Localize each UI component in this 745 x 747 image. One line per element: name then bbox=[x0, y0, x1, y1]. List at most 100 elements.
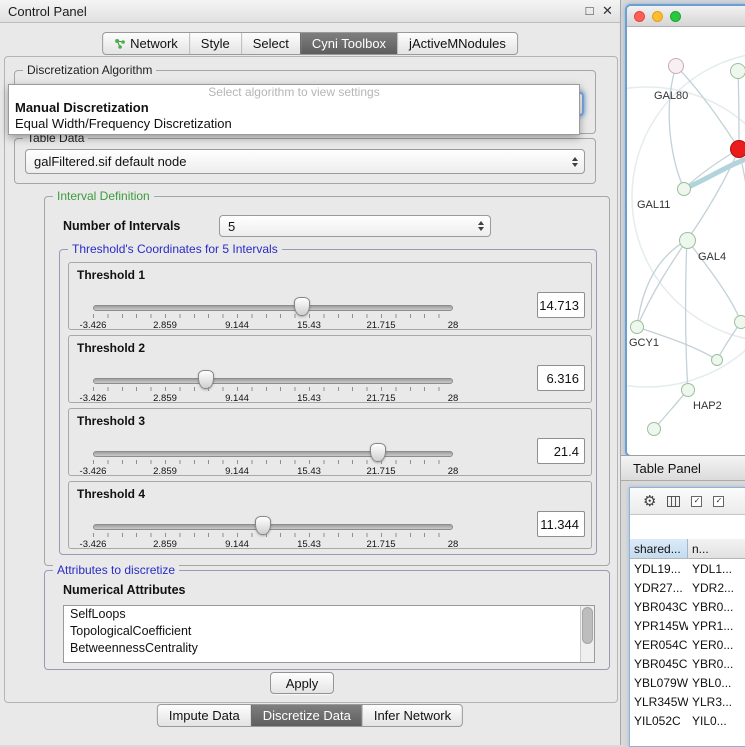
checkbox-function-icon[interactable]: ✓ bbox=[713, 496, 724, 507]
tick-label: 9.144 bbox=[225, 393, 249, 404]
tick-label: 9.144 bbox=[225, 466, 249, 477]
network-canvas[interactable]: GAL80 GAL11 GAL4 GCY1 HAP2 bbox=[627, 27, 745, 454]
threshold-value-field[interactable]: 21.4 bbox=[537, 438, 585, 464]
float-window-icon[interactable]: □ bbox=[582, 2, 597, 19]
tab-style-label: Style bbox=[201, 36, 230, 51]
column-header-name[interactable]: n... bbox=[688, 539, 745, 558]
apply-button[interactable]: Apply bbox=[270, 672, 334, 694]
attributes-scrollbar[interactable] bbox=[580, 606, 594, 662]
network-node[interactable] bbox=[630, 320, 644, 334]
tick-label: 2.859 bbox=[153, 466, 177, 477]
thresholds-group: Threshold's Coordinates for 5 Intervals … bbox=[59, 249, 597, 555]
tab-discretize-data[interactable]: Discretize Data bbox=[251, 705, 362, 726]
minimize-traffic-light-icon[interactable] bbox=[652, 11, 663, 22]
table-row[interactable]: YDR27...YDR2... bbox=[630, 578, 745, 597]
network-node-selected[interactable] bbox=[730, 140, 745, 158]
zoom-traffic-light-icon[interactable] bbox=[670, 11, 681, 22]
table-row[interactable]: YPR145WYPR1... bbox=[630, 616, 745, 635]
cell: YPR1... bbox=[688, 619, 745, 633]
network-node[interactable] bbox=[668, 58, 684, 74]
tick-label: 28 bbox=[448, 393, 459, 404]
checkbox-select-icon[interactable]: ✓ bbox=[691, 496, 702, 507]
slider-track[interactable] bbox=[93, 378, 453, 384]
cell: YBR043C bbox=[630, 600, 688, 614]
tab-style[interactable]: Style bbox=[189, 33, 241, 54]
threshold-label: Threshold 3 bbox=[77, 414, 145, 428]
algorithm-dropdown-popup: Select algorithm to view settings Manual… bbox=[8, 84, 580, 135]
network-node[interactable] bbox=[711, 354, 723, 366]
network-window-titlebar bbox=[627, 6, 745, 27]
network-icon bbox=[114, 38, 126, 50]
gear-icon[interactable]: ⚙ bbox=[643, 494, 656, 509]
numerical-attributes-label: Numerical Attributes bbox=[63, 583, 185, 597]
tab-network[interactable]: Network bbox=[103, 33, 189, 54]
network-node[interactable] bbox=[677, 182, 691, 196]
cell: YLR3... bbox=[688, 695, 745, 709]
algorithm-option-equal-width[interactable]: Equal Width/Frequency Discretization bbox=[9, 116, 579, 132]
slider-track[interactable] bbox=[93, 305, 453, 311]
list-item[interactable]: BetweennessCentrality bbox=[64, 640, 594, 657]
combo-arrows-icon bbox=[478, 221, 484, 231]
tab-cyni-toolbox[interactable]: Cyni Toolbox bbox=[300, 33, 397, 54]
scrollbar-thumb[interactable] bbox=[582, 607, 593, 644]
table-data-group: Table Data galFiltered.sif default node bbox=[14, 138, 596, 184]
tab-select[interactable]: Select bbox=[241, 33, 300, 54]
tick-label: -3.426 bbox=[80, 466, 107, 477]
main-tab-bar: Network Style Select Cyni Toolbox jActiv… bbox=[102, 32, 518, 55]
slider-ticks bbox=[93, 314, 453, 318]
slider-ticks bbox=[93, 533, 453, 537]
close-window-icon[interactable]: ✕ bbox=[600, 2, 615, 19]
table-header-row: shared... n... bbox=[630, 539, 745, 559]
table-data-combobox[interactable]: galFiltered.sif default node bbox=[25, 149, 585, 174]
network-node[interactable] bbox=[734, 315, 745, 329]
number-of-intervals-combobox[interactable]: 5 bbox=[219, 215, 491, 237]
combo-arrows-icon bbox=[572, 157, 578, 167]
column-header-shared-name[interactable]: shared... bbox=[630, 539, 688, 558]
network-node[interactable] bbox=[679, 232, 696, 249]
table-columns-icon[interactable] bbox=[667, 496, 680, 507]
table-gap bbox=[630, 515, 745, 539]
bottom-tab-bar: Impute Data Discretize Data Infer Networ… bbox=[157, 704, 463, 727]
network-node[interactable] bbox=[647, 422, 661, 436]
interval-definition-group-label: Interval Definition bbox=[53, 189, 154, 203]
tick-label: 21.715 bbox=[366, 320, 395, 331]
table-row[interactable]: YDL19...YDL1... bbox=[630, 559, 745, 578]
slider-ticks bbox=[93, 460, 453, 464]
table-row[interactable]: YLR345WYLR3... bbox=[630, 692, 745, 711]
cell: YER0... bbox=[688, 638, 745, 652]
node-label: GAL80 bbox=[654, 90, 688, 102]
table-row[interactable]: YBL079WYBL0... bbox=[630, 673, 745, 692]
tick-label: 2.859 bbox=[153, 539, 177, 550]
threshold-value-field[interactable]: 11.344 bbox=[537, 511, 585, 537]
tab-jactivemnodules[interactable]: jActiveMNodules bbox=[397, 33, 517, 54]
algorithm-option-manual[interactable]: Manual Discretization bbox=[9, 100, 579, 116]
threshold-value-field[interactable]: 6.316 bbox=[537, 365, 585, 391]
network-node[interactable] bbox=[730, 63, 745, 79]
cell: YBL079W bbox=[630, 676, 688, 690]
threshold-value-field[interactable]: 14.713 bbox=[537, 292, 585, 318]
tick-label: -3.426 bbox=[80, 393, 107, 404]
cell: YLR345W bbox=[630, 695, 688, 709]
close-traffic-light-icon[interactable] bbox=[634, 11, 645, 22]
tick-label: 21.715 bbox=[366, 539, 395, 550]
tab-impute-data[interactable]: Impute Data bbox=[158, 705, 251, 726]
slider-track[interactable] bbox=[93, 451, 453, 457]
thresholds-group-label: Threshold's Coordinates for 5 Intervals bbox=[68, 242, 282, 256]
tick-label: 2.859 bbox=[153, 320, 177, 331]
tab-infer-network[interactable]: Infer Network bbox=[362, 705, 462, 726]
network-node[interactable] bbox=[681, 383, 695, 397]
threshold-slider[interactable]: -3.426 2.859 9.144 15.43 21.715 28 bbox=[93, 445, 453, 475]
table-row[interactable]: YBR043CYBR0... bbox=[630, 597, 745, 616]
list-item[interactable]: SelfLoops bbox=[64, 606, 594, 623]
list-item[interactable]: TopologicalCoefficient bbox=[64, 623, 594, 640]
tab-discretize-data-label: Discretize Data bbox=[263, 708, 351, 723]
table-row[interactable]: YBR045CYBR0... bbox=[630, 654, 745, 673]
table-row[interactable]: YER054CYER0... bbox=[630, 635, 745, 654]
threshold-slider[interactable]: -3.426 2.859 9.144 15.43 21.715 28 bbox=[93, 299, 453, 329]
threshold-slider[interactable]: -3.426 2.859 9.144 15.43 21.715 28 bbox=[93, 518, 453, 548]
slider-track[interactable] bbox=[93, 524, 453, 530]
threshold-slider[interactable]: -3.426 2.859 9.144 15.43 21.715 28 bbox=[93, 372, 453, 402]
tick-label: 28 bbox=[448, 539, 459, 550]
table-row[interactable]: YIL052CYIL0... bbox=[630, 711, 745, 730]
algorithm-placeholder: Select algorithm to view settings bbox=[9, 85, 579, 100]
